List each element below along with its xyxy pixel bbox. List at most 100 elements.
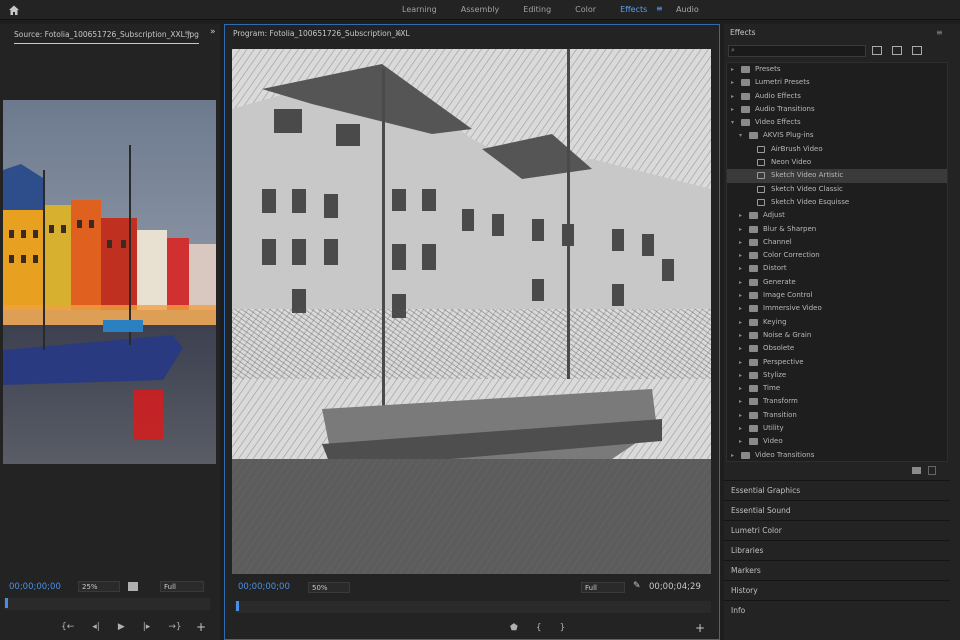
chevron-down-icon[interactable]: ▾: [739, 129, 742, 142]
yuv-effects-icon[interactable]: [912, 46, 922, 55]
source-title[interactable]: Source: Fotolia_100651726_Subscription_X…: [14, 26, 199, 44]
chevron-right-icon[interactable]: ▸: [739, 262, 742, 275]
effect-folder[interactable]: ▾ Video Effects: [727, 116, 947, 129]
program-zoom-select[interactable]: 50%: [308, 582, 350, 593]
workspace-tab-editing[interactable]: Editing: [523, 0, 551, 20]
chevron-right-icon[interactable]: ▸: [739, 409, 742, 422]
effect-folder[interactable]: ▸ Presets: [727, 63, 947, 76]
panel-markers[interactable]: Markers: [724, 560, 950, 579]
chevron-right-icon[interactable]: ▸: [739, 422, 742, 435]
panel-history[interactable]: History: [724, 580, 950, 599]
program-title[interactable]: Program: Fotolia_100651726_Subscription_…: [233, 25, 410, 43]
panel-libraries[interactable]: Libraries: [724, 540, 950, 559]
effect-folder[interactable]: ▸ Noise & Grain: [727, 329, 947, 342]
workspace-tab-effects[interactable]: Effects: [620, 0, 647, 20]
effect-folder[interactable]: ▸ Time: [727, 382, 947, 395]
program-playhead[interactable]: [236, 601, 239, 611]
go-to-out-icon[interactable]: →}: [168, 622, 181, 632]
effect-folder[interactable]: ▾ AKVIS Plug-ins: [727, 129, 947, 142]
effect-folder[interactable]: ▸ Immersive Video: [727, 302, 947, 315]
play-icon[interactable]: ▶: [118, 622, 125, 632]
effect-item[interactable]: Neon Video: [727, 156, 947, 169]
chevron-right-icon[interactable]: ▸: [739, 223, 742, 236]
mark-out-icon[interactable]: }: [560, 623, 566, 633]
new-bin-icon[interactable]: [912, 467, 921, 474]
chevron-right-icon[interactable]: ▸: [731, 76, 734, 89]
wrench-icon[interactable]: ✎: [633, 581, 641, 591]
mark-in-icon[interactable]: {: [536, 623, 542, 633]
workspace-tab-learning[interactable]: Learning: [402, 0, 437, 20]
effect-folder[interactable]: ▸ Channel: [727, 236, 947, 249]
chevron-right-icon[interactable]: ▸: [739, 329, 742, 342]
effect-folder[interactable]: ▸ Color Correction: [727, 249, 947, 262]
panel-info[interactable]: Info: [724, 600, 950, 619]
effect-folder[interactable]: ▸ Video: [727, 435, 947, 448]
panel-essential-sound[interactable]: Essential Sound: [724, 500, 950, 519]
chevron-right-icon[interactable]: ▸: [739, 236, 742, 249]
expand-panels-icon[interactable]: »: [210, 27, 216, 37]
step-forward-icon[interactable]: |▸: [143, 622, 151, 632]
effect-folder[interactable]: ▸ Obsolete: [727, 342, 947, 355]
chevron-right-icon[interactable]: ▸: [739, 356, 742, 369]
effect-folder[interactable]: ▸ Keying: [727, 316, 947, 329]
chevron-right-icon[interactable]: ▸: [739, 276, 742, 289]
chevron-right-icon[interactable]: ▸: [739, 382, 742, 395]
program-scrub-bar[interactable]: [235, 601, 711, 613]
marker-icon[interactable]: ⬟: [510, 623, 518, 633]
workspace-tab-color[interactable]: Color: [575, 0, 596, 20]
chevron-right-icon[interactable]: ▸: [731, 90, 734, 103]
effect-folder[interactable]: ▸ Transform: [727, 395, 947, 408]
source-playhead[interactable]: [5, 598, 8, 608]
source-zoom-select[interactable]: 25%: [78, 581, 120, 592]
effect-folder[interactable]: ▸ Perspective: [727, 356, 947, 369]
go-to-in-icon[interactable]: {←: [61, 622, 74, 632]
effect-folder[interactable]: ▸ Distort: [727, 262, 947, 275]
chevron-right-icon[interactable]: ▸: [739, 289, 742, 302]
workspace-menu-icon[interactable]: ≡: [656, 4, 663, 13]
step-back-icon[interactable]: ◂|: [92, 622, 100, 632]
add-button-icon[interactable]: +: [196, 620, 206, 634]
source-panel-menu-icon[interactable]: ≡: [184, 28, 191, 37]
chevron-right-icon[interactable]: ▸: [739, 249, 742, 262]
chevron-right-icon[interactable]: ▸: [739, 395, 742, 408]
source-quality-select[interactable]: Full: [160, 581, 204, 592]
effect-item[interactable]: Sketch Video Esquisse: [727, 196, 947, 209]
workspace-tab-assembly[interactable]: Assembly: [461, 0, 500, 20]
chevron-right-icon[interactable]: ▸: [731, 449, 734, 462]
effect-folder[interactable]: ▸ Stylize: [727, 369, 947, 382]
effect-folder[interactable]: ▸ Audio Transitions: [727, 103, 947, 116]
effect-item[interactable]: Sketch Video Classic: [727, 183, 947, 196]
chevron-right-icon[interactable]: ▸: [739, 435, 742, 448]
effect-folder[interactable]: ▸ Transition: [727, 409, 947, 422]
trash-icon[interactable]: [928, 466, 936, 475]
settings-icon[interactable]: [128, 582, 138, 591]
effect-item[interactable]: AirBrush Video: [727, 143, 947, 156]
chevron-right-icon[interactable]: ▸: [739, 209, 742, 222]
chevron-right-icon[interactable]: ▸: [731, 103, 734, 116]
chevron-right-icon[interactable]: ▸: [739, 369, 742, 382]
program-panel-menu-icon[interactable]: ≡: [395, 29, 402, 38]
effect-folder[interactable]: ▸ Generate: [727, 276, 947, 289]
program-quality-select[interactable]: Full: [581, 582, 625, 593]
effects-search-input[interactable]: ⌕: [728, 45, 866, 57]
effect-folder[interactable]: ▸ Video Transitions: [727, 449, 947, 462]
source-scrub-bar[interactable]: [4, 598, 210, 610]
chevron-right-icon[interactable]: ▸: [739, 302, 742, 315]
effect-folder[interactable]: ▸ Adjust: [727, 209, 947, 222]
effect-folder[interactable]: ▸ Utility: [727, 422, 947, 435]
effect-item[interactable]: Sketch Video Artistic: [727, 169, 947, 183]
effect-folder[interactable]: ▸ Image Control: [727, 289, 947, 302]
effects-panel-menu-icon[interactable]: ≡: [936, 28, 943, 37]
chevron-right-icon[interactable]: ▸: [739, 342, 742, 355]
home-icon[interactable]: [8, 4, 20, 16]
chevron-right-icon[interactable]: ▸: [739, 316, 742, 329]
chevron-right-icon[interactable]: ▸: [731, 63, 734, 76]
32bit-effects-icon[interactable]: [892, 46, 902, 55]
effect-folder[interactable]: ▸ Blur & Sharpen: [727, 223, 947, 236]
accelerated-effects-icon[interactable]: [872, 46, 882, 55]
panel-lumetri-color[interactable]: Lumetri Color: [724, 520, 950, 539]
source-timecode[interactable]: 00;00;00;00: [9, 582, 61, 592]
panel-essential-graphics[interactable]: Essential Graphics: [724, 480, 950, 499]
workspace-tab-audio[interactable]: Audio: [676, 0, 699, 20]
program-timecode[interactable]: 00;00;00;00: [238, 582, 290, 592]
